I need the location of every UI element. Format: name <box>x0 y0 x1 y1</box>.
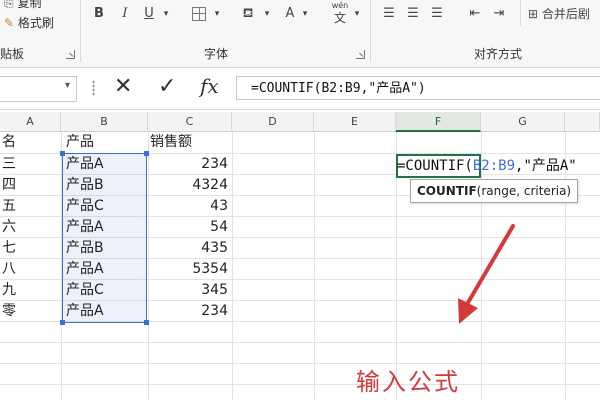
phonetic-guide-button[interactable]: wén 文 <box>328 0 352 24</box>
gridline <box>0 384 600 385</box>
cell-b8[interactable]: 产品C <box>66 280 146 301</box>
decrease-indent-icon[interactable]: ⇤ <box>466 4 484 24</box>
align-center-icon[interactable]: ☰ <box>404 4 422 24</box>
increase-indent-icon[interactable]: ⇥ <box>490 4 508 24</box>
gridline <box>314 132 315 400</box>
cell-b2[interactable]: 产品A <box>66 154 146 175</box>
format-painter-button[interactable]: ✎ 格式刷 <box>4 14 54 31</box>
column-header-f[interactable]: F <box>396 112 481 132</box>
gridline <box>0 342 600 343</box>
cell-a2[interactable]: 三 <box>2 154 60 175</box>
cell-b1[interactable]: 产品 <box>66 132 146 153</box>
cell-a6[interactable]: 七 <box>2 238 60 259</box>
cell-a5[interactable]: 六 <box>2 217 60 238</box>
annotation-text: 输入公式 <box>356 368 460 396</box>
cell-c6[interactable]: 435 <box>148 238 232 259</box>
ribbon-separator <box>520 0 521 26</box>
cancel-icon[interactable]: ✕ <box>114 74 132 99</box>
cell-c4[interactable]: 43 <box>148 196 232 217</box>
font-dialog-launcher-icon[interactable] <box>356 50 365 59</box>
gridline <box>0 363 600 364</box>
cell-c2[interactable]: 234 <box>148 154 232 175</box>
insert-function-icon[interactable]: fx <box>200 74 219 98</box>
cell-a1[interactable]: 名 <box>2 132 60 153</box>
cell-a9[interactable]: 零 <box>2 301 60 322</box>
font-color-button[interactable]: A <box>282 4 298 24</box>
italic-button[interactable]: I <box>118 4 132 24</box>
ribbon-separator <box>370 0 371 62</box>
copy-icon: ⎘ <box>4 0 14 10</box>
column-header-b[interactable]: B <box>61 112 148 132</box>
formula-bar-grip-icon <box>92 80 95 96</box>
cell-b5[interactable]: 产品A <box>66 217 146 238</box>
column-header-h[interactable] <box>565 112 600 132</box>
cell-b4[interactable]: 产品C <box>66 196 146 217</box>
align-right-icon[interactable]: ☰ <box>428 4 446 24</box>
name-box[interactable]: ▾ <box>0 76 77 102</box>
bold-button[interactable]: B <box>92 4 106 24</box>
cell-b3[interactable]: 产品B <box>66 175 146 196</box>
cell-c8[interactable]: 345 <box>148 280 232 301</box>
formula-input[interactable]: =COUNTIF(B2:B9,"产品A") <box>236 76 600 100</box>
column-header-e[interactable]: E <box>314 112 396 132</box>
cell-a3[interactable]: 四 <box>2 175 60 196</box>
range-handle[interactable] <box>60 151 65 156</box>
border-grid-icon <box>192 6 206 21</box>
underline-button[interactable]: U <box>142 4 156 24</box>
copy-button[interactable]: ⎘ 复制 <box>4 0 41 11</box>
cell-a8[interactable]: 九 <box>2 280 60 301</box>
ribbon: ⎘ 复制 ✎ 格式刷 贴板 B I U ▾ ▾ ⛾ ▾ A ▾ wén 文 ▾ … <box>0 0 600 68</box>
cell-b9[interactable]: 产品A <box>66 301 146 322</box>
fill-color-button[interactable]: ⛾ <box>238 4 258 24</box>
gridline <box>232 132 233 400</box>
ribbon-separator <box>80 0 81 62</box>
active-cell-formula[interactable]: =COUNTIF(B2:B9,"产品A" <box>397 156 600 176</box>
cell-b7[interactable]: 产品A <box>66 259 146 280</box>
cell-b6[interactable]: 产品B <box>66 238 146 259</box>
column-header-g[interactable]: G <box>481 112 565 132</box>
column-header-d[interactable]: D <box>232 112 314 132</box>
paint-bucket-icon: ⛾ <box>242 6 254 21</box>
border-button[interactable] <box>190 4 208 24</box>
chevron-down-icon[interactable]: ▾ <box>300 4 310 24</box>
chevron-down-icon[interactable]: ▾ <box>160 4 172 24</box>
cell-c5[interactable]: 54 <box>148 217 232 238</box>
cell-c3[interactable]: 4324 <box>148 175 232 196</box>
clipboard-dialog-launcher-icon[interactable] <box>66 50 75 59</box>
paintbrush-icon: ✎ <box>4 16 15 30</box>
enter-icon[interactable]: ✓ <box>158 74 176 99</box>
cell-a4[interactable]: 五 <box>2 196 60 217</box>
cell-c1[interactable]: 销售额 <box>150 132 230 153</box>
cell-c9[interactable]: 234 <box>148 301 232 322</box>
range-handle[interactable] <box>60 320 65 325</box>
merge-cells-icon: ⊞ <box>528 7 539 21</box>
chevron-down-icon[interactable]: ▾ <box>212 4 222 24</box>
cell-c7[interactable]: 5354 <box>148 259 232 280</box>
cell-a7[interactable]: 八 <box>2 259 60 280</box>
chevron-down-icon[interactable]: ▾ <box>65 80 70 91</box>
column-header-a[interactable]: A <box>0 112 61 132</box>
alignment-group-label: 对齐方式 <box>474 47 523 61</box>
chevron-down-icon[interactable]: ▾ <box>262 4 272 24</box>
chevron-down-icon[interactable]: ▾ <box>352 4 362 24</box>
align-left-icon[interactable]: ☰ <box>380 4 398 24</box>
merge-center-button[interactable]: ⊞ 合并后剧 <box>528 4 600 24</box>
clipboard-group-label: 贴板 <box>0 47 25 61</box>
font-group-label: 字体 <box>204 47 229 61</box>
column-header-c[interactable]: C <box>148 112 232 132</box>
function-tooltip[interactable]: COUNTIF(range, criteria) <box>410 179 579 203</box>
formula-bar: ▾ ✕ ✓ fx =COUNTIF(B2:B9,"产品A") <box>0 68 600 110</box>
